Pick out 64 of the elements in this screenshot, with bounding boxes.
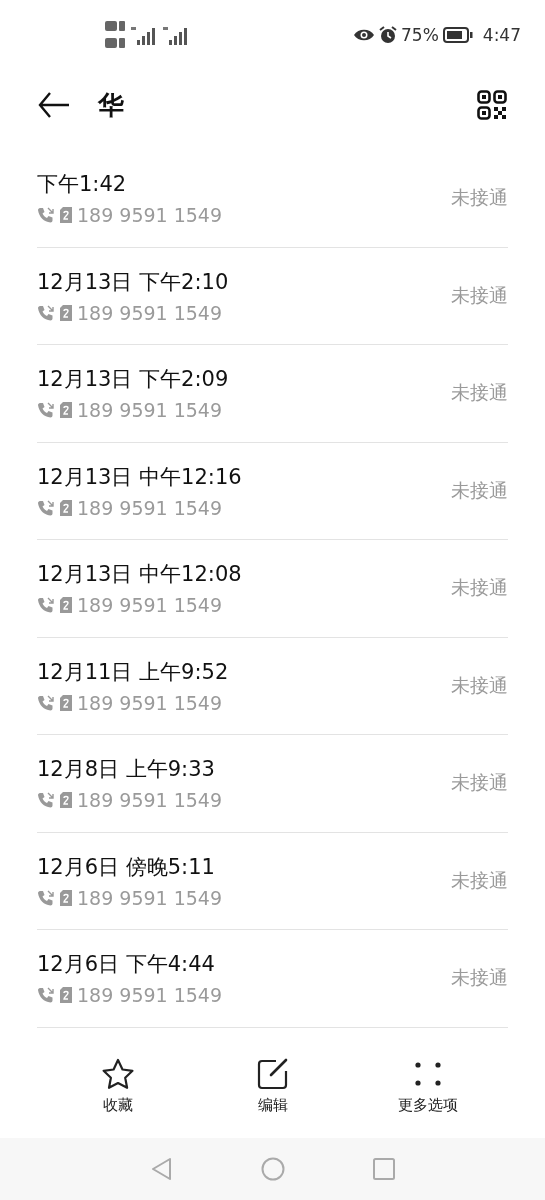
back-nav-icon[interactable] [150,1157,173,1181]
sim-card-icon [59,206,73,225]
call-status: 未接通 [451,672,508,698]
toolbar-button[interactable]: 编辑 [217,1058,328,1138]
eye-icon [353,28,375,42]
call-status: 未接通 [451,282,508,308]
call-time: 12月8日 上午9:33 [37,756,216,784]
call-time: 12月13日 中午12:08 [37,561,242,589]
call-status: 未接通 [451,965,508,991]
call-status: 未接通 [451,477,508,503]
call-time: 12月13日 下午2:10 [37,268,229,296]
sim-card-icon [59,986,73,1005]
phone-icon [37,401,55,420]
sim-card-icon [59,303,73,322]
home-nav-icon[interactable] [260,1157,285,1181]
phone-number: 189 9591 1549 [77,301,223,324]
phone-number: 189 9591 1549 [77,886,223,909]
back-icon[interactable] [38,91,70,119]
call-status: 未接通 [451,867,508,893]
battery-percent: 75% [401,25,439,45]
sim-badge-icon [105,20,125,50]
phone-number: 189 9591 1549 [77,204,223,227]
phone-number: 189 9591 1549 [77,691,223,714]
signal-icon [163,25,189,45]
sim-card-icon [59,596,73,615]
qr-code-icon[interactable] [477,90,507,120]
alarm-icon [379,26,397,44]
call-status: 未接通 [451,380,508,406]
phone-icon [37,693,55,712]
call-status: 未接通 [451,575,508,601]
phone-icon [37,888,55,907]
recents-nav-icon[interactable] [372,1158,395,1180]
phone-icon [37,303,55,322]
phone-icon [37,206,55,225]
phone-icon [37,596,55,615]
phone-number: 189 9591 1549 [77,984,223,1007]
edit-icon [255,1058,290,1090]
signal-icon [131,25,157,45]
sim-card-icon [59,498,73,517]
phone-number: 189 9591 1549 [77,399,223,422]
call-status: 未接通 [451,185,508,211]
sim-card-icon [59,791,73,810]
call-time: 12月11日 上午9:52 [37,658,229,686]
call-status: 未接通 [451,770,508,796]
call-time: 12月6日 下午4:44 [37,951,216,979]
call-time: 12月6日 傍晚5:11 [37,853,216,881]
clock-time: 4:47 [482,25,521,45]
call-time: 12月13日 下午2:09 [37,366,229,394]
call-time: 下午1:42 [37,171,128,199]
phone-icon [37,986,55,1005]
phone-number: 189 9591 1549 [77,496,223,519]
phone-number: 189 9591 1549 [77,789,223,812]
contact-name: 华 [98,88,124,122]
sim-card-icon [59,401,73,420]
sim-card-icon [59,888,73,907]
star-icon [100,1058,135,1090]
phone-icon [37,498,55,517]
phone-icon [37,791,55,810]
toolbar-button[interactable]: 更多选项 [372,1058,483,1138]
battery-icon [442,27,473,43]
phone-number: 189 9591 1549 [77,594,223,617]
toolbar-button[interactable]: 收藏 [62,1058,173,1138]
call-time: 12月13日 中午12:16 [37,463,242,491]
sim-card-icon [59,693,73,712]
